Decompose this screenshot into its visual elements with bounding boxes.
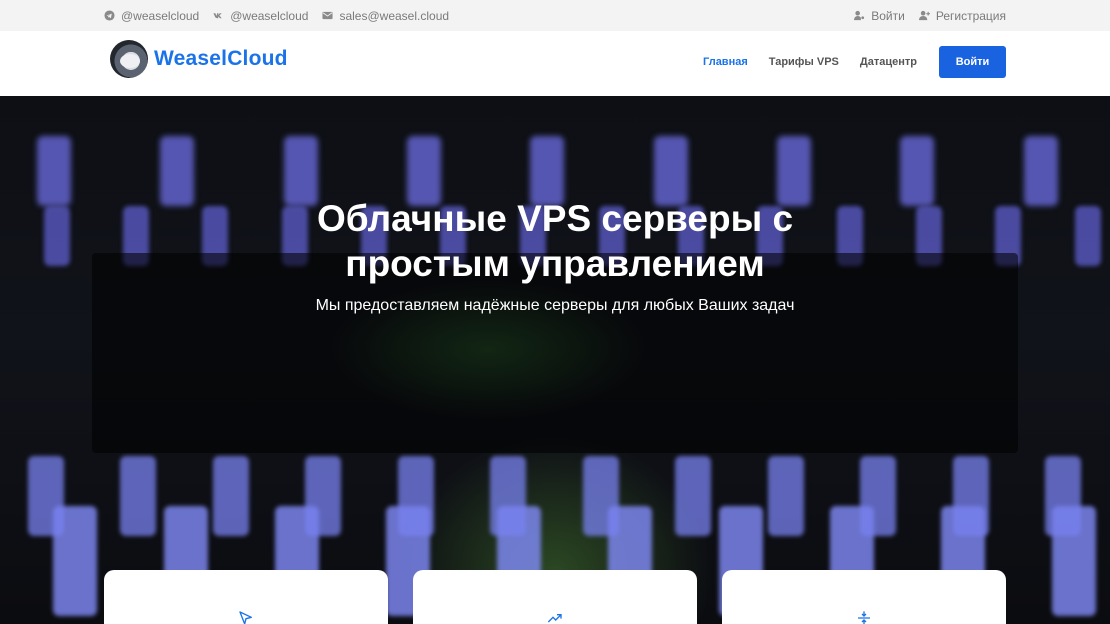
hero-title-line1: Облачные VPS серверы с bbox=[316, 198, 794, 239]
hero-section bbox=[0, 96, 1110, 624]
telegram-link[interactable]: @weaselcloud bbox=[104, 9, 199, 23]
feature-card-3 bbox=[722, 570, 1006, 624]
nav-home[interactable]: Главная bbox=[703, 56, 748, 68]
login-button[interactable]: Войти bbox=[939, 46, 1006, 78]
register-link[interactable]: Регистрация bbox=[918, 8, 1006, 23]
telegram-icon bbox=[104, 10, 115, 21]
telegram-handle: @weaselcloud bbox=[121, 8, 200, 23]
nav-vps-plans[interactable]: Тарифы VPS bbox=[769, 56, 839, 68]
server-handle bbox=[675, 456, 712, 536]
server-handle bbox=[767, 456, 804, 536]
cursor-icon bbox=[239, 611, 252, 624]
logo-text: WeaselCloud bbox=[154, 47, 288, 70]
server-handle bbox=[27, 456, 64, 536]
server-handle bbox=[212, 456, 249, 536]
feature-card-2 bbox=[413, 570, 697, 624]
user-key-icon bbox=[854, 10, 865, 21]
hero-title: Облачные VPS серверы с простым управлени… bbox=[0, 196, 1110, 286]
nav-datacenter[interactable]: Датацентр bbox=[860, 56, 917, 68]
server-handle bbox=[952, 456, 989, 536]
weasel-logo-icon bbox=[110, 40, 148, 78]
server-handle bbox=[120, 456, 157, 536]
site-header: WeaselCloud Главная Тарифы VPS Датацентр… bbox=[0, 31, 1110, 95]
logo[interactable]: WeaselCloud bbox=[110, 40, 288, 78]
server-handle bbox=[582, 456, 619, 536]
trending-up-icon bbox=[547, 614, 562, 623]
email-link[interactable]: sales@weasel.cloud bbox=[322, 9, 449, 23]
feature-card-1 bbox=[104, 570, 388, 624]
hero-title-line2: простым управлением bbox=[345, 243, 765, 284]
user-plus-icon bbox=[918, 10, 930, 21]
vk-link[interactable]: @weaselcloud bbox=[213, 9, 308, 23]
register-label: Регистрация bbox=[935, 8, 1006, 23]
topbar-login-label: Войти bbox=[871, 8, 905, 23]
server-handle bbox=[305, 456, 342, 536]
contact-links: @weaselcloud @weaselcloud sales@weasel.c… bbox=[104, 0, 449, 31]
envelope-icon bbox=[322, 11, 334, 20]
hero-subtitle: Мы предоставляем надёжные серверы для лю… bbox=[315, 297, 795, 314]
vk-icon bbox=[213, 13, 222, 19]
server-handle bbox=[490, 456, 527, 536]
email-address: sales@weasel.cloud bbox=[339, 8, 450, 23]
server-handle bbox=[860, 456, 897, 536]
server-handle bbox=[397, 456, 434, 536]
account-links: Войти Регистрация bbox=[854, 0, 1006, 31]
arrows-compress-icon bbox=[858, 611, 870, 624]
vk-handle: @weaselcloud bbox=[230, 8, 309, 23]
server-handle bbox=[1045, 456, 1082, 536]
top-bar: @weaselcloud @weaselcloud sales@weasel.c… bbox=[0, 0, 1110, 31]
topbar-login-link[interactable]: Войти bbox=[854, 9, 905, 23]
main-nav: Главная Тарифы VPS Датацентр Войти bbox=[682, 46, 1006, 78]
